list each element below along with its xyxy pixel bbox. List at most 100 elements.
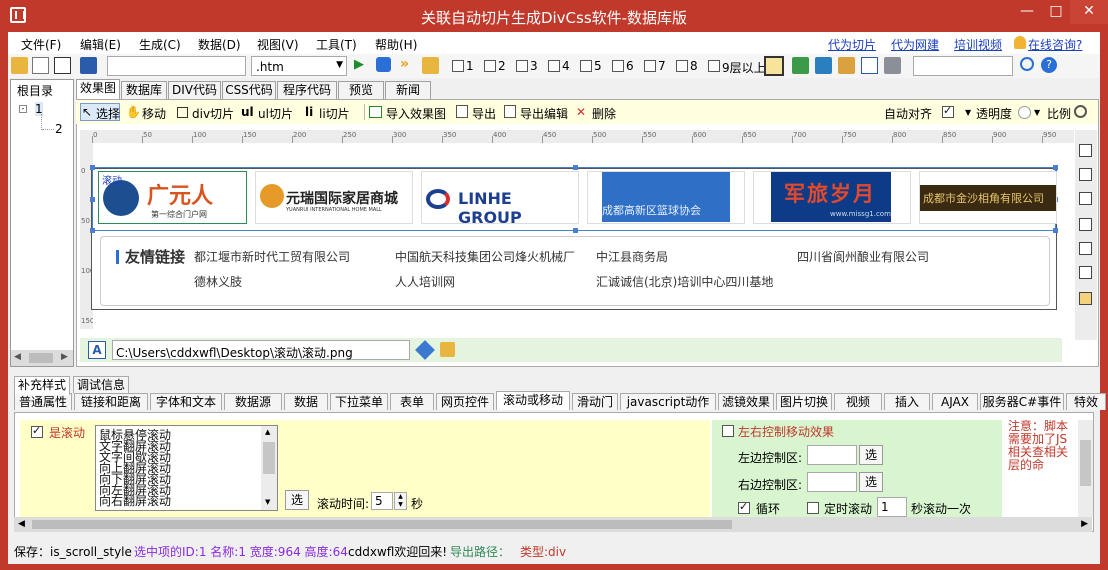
tab-debug-info[interactable]: 调试信息 [73, 376, 129, 393]
scroll-right-icon[interactable]: ▶ [61, 352, 68, 362]
prop-tab-16[interactable]: 服务器C#事件 [980, 393, 1064, 410]
align-left-icon[interactable] [1079, 144, 1092, 157]
scroll-left-icon[interactable]: ◀ [14, 352, 21, 362]
forward-icon[interactable]: » [400, 56, 409, 72]
link-slice-service[interactable]: 代为切片 [828, 36, 876, 53]
prop-tab-4[interactable]: 数据 [284, 393, 328, 410]
ul-slice-tool[interactable]: ul切片 [258, 105, 293, 122]
menu-view[interactable]: 视图(V) [257, 36, 299, 53]
left-select-button[interactable]: 选 [859, 445, 883, 465]
ratio-dropdown-icon[interactable]: ▼ [1034, 108, 1040, 117]
layout-toggle-icon[interactable] [764, 56, 784, 76]
layer-5-checkbox[interactable] [580, 60, 592, 72]
save-as-icon[interactable] [54, 57, 71, 74]
layer-9plus-checkbox[interactable] [708, 60, 720, 72]
scroll-time-stepper[interactable]: ▲ ▼ [394, 492, 407, 510]
folder-icon[interactable] [422, 57, 439, 74]
prop-tab-17[interactable]: 特效 [1066, 393, 1106, 410]
tab-design[interactable]: 效果图 [76, 79, 120, 99]
layer-4-checkbox[interactable] [548, 60, 560, 72]
play-icon[interactable]: ▶ [354, 57, 364, 72]
tab-extra-style[interactable]: 补充样式 [14, 376, 70, 395]
tab-div-code[interactable]: DIV代码 [168, 81, 221, 99]
friend-link[interactable]: 中国航天科技集团公司烽火机械厂 [395, 248, 575, 265]
friend-link[interactable]: 德林义肢 [194, 273, 242, 290]
friend-link[interactable]: 中江县商务局 [596, 248, 668, 265]
is-scroll-checkbox[interactable] [31, 424, 43, 438]
opacity-dropdown-icon[interactable]: ▼ [965, 108, 971, 117]
prop-tab-10[interactable]: javascript动作 [620, 393, 716, 410]
open-folder-icon[interactable] [11, 57, 28, 74]
resize-handle[interactable] [1053, 165, 1058, 170]
friend-link[interactable]: 汇诚诚信(北京)培训中心四川基地 [596, 273, 773, 290]
move-tool[interactable]: 移动 [142, 105, 166, 122]
align-middle-icon[interactable] [1079, 242, 1092, 255]
scroll-right-icon[interactable]: ▶ [1081, 519, 1088, 529]
scroll-thumb[interactable] [32, 520, 732, 529]
left-control-input[interactable] [807, 445, 857, 465]
timed-scroll-input[interactable]: 1 [877, 497, 907, 517]
export-button[interactable]: 导出 [472, 105, 496, 122]
image-path-input[interactable]: C:\Users\cddxwfl\Desktop\滚动\滚动.png [112, 340, 410, 360]
prop-tab-15[interactable]: AJAX [932, 393, 978, 410]
auto-align-checkbox[interactable] [942, 104, 954, 118]
maximize-button[interactable]: □ [1042, 0, 1070, 24]
layer-8-checkbox[interactable] [676, 60, 688, 72]
tab-database[interactable]: 数据库 [121, 81, 167, 99]
friend-link[interactable]: 都江堰市新时代工贸有限公司 [194, 248, 350, 265]
tree-item-2[interactable]: 2 [55, 122, 63, 136]
prop-tab-14[interactable]: 插入 [884, 393, 930, 410]
tab-css-code[interactable]: CSS代码 [222, 81, 276, 99]
close-button[interactable]: ✕ [1070, 0, 1108, 24]
scroll-type-listbox[interactable]: 鼠标悬停滚动 文字翻屏滚动 文字间歇滚动 向上翻屏滚动 向下翻屏滚动 向左翻屏滚… [95, 425, 278, 511]
scroll-time-input[interactable]: 5 [371, 492, 393, 510]
list-item[interactable]: 向右翻屏滚动 [99, 492, 171, 509]
align-top-icon[interactable] [1079, 218, 1092, 231]
scroll-select-button[interactable]: 选 [285, 490, 309, 510]
layer-3-checkbox[interactable] [516, 60, 528, 72]
prop-tab-13[interactable]: 视频 [834, 393, 882, 410]
distribute-icon[interactable] [1079, 292, 1092, 305]
lr-control-checkbox[interactable] [722, 425, 734, 437]
delete-button[interactable]: 删除 [592, 105, 616, 122]
align-center-icon[interactable] [1079, 168, 1092, 181]
prop-tab-0[interactable]: 普通属性 [14, 393, 72, 410]
menu-file[interactable]: 文件(F) [21, 36, 61, 53]
menu-generate[interactable]: 生成(C) [139, 36, 181, 53]
slice-icon[interactable] [838, 57, 855, 74]
prop-tab-1[interactable]: 链接和距离 [74, 393, 148, 410]
prop-tab-9[interactable]: 滑动门 [572, 393, 618, 410]
search-input[interactable] [913, 56, 1013, 76]
div-slice-tool[interactable]: div切片 [192, 105, 234, 122]
scroll-thumb[interactable] [263, 442, 275, 474]
prop-tab-8[interactable]: 滚动或移动 [496, 391, 570, 410]
align-bottom-icon[interactable] [1079, 266, 1092, 279]
filename-input[interactable] [107, 56, 246, 76]
image-icon[interactable] [815, 57, 832, 74]
scroll-left-icon[interactable]: ◀ [18, 519, 25, 529]
listbox-scrollbar[interactable]: ▲ ▼ [261, 426, 277, 510]
resize-handle[interactable] [90, 165, 95, 170]
link-online-consult[interactable]: 在线咨询? [1028, 36, 1082, 53]
align-right-icon[interactable] [1079, 192, 1092, 205]
link-web-build[interactable]: 代为网建 [891, 36, 939, 53]
tab-news[interactable]: 新闻 [385, 81, 431, 99]
prop-tab-6[interactable]: 表单 [390, 393, 434, 410]
import-design-button[interactable]: 导入效果图 [386, 105, 446, 122]
prop-tab-12[interactable]: 图片切换 [776, 393, 832, 410]
prop-tab-11[interactable]: 滤镜效果 [718, 393, 774, 410]
timed-scroll-checkbox[interactable] [807, 502, 819, 514]
menu-data[interactable]: 数据(D) [198, 36, 241, 53]
prop-tab-7[interactable]: 网页控件 [436, 393, 494, 410]
extension-select[interactable]: .htm ▼ [251, 56, 347, 76]
tree-collapse-icon[interactable]: - [19, 105, 27, 113]
loop-checkbox[interactable] [738, 500, 750, 514]
font-a-icon[interactable]: A [88, 341, 106, 359]
menu-tools[interactable]: 工具(T) [316, 36, 357, 53]
property-hscrollbar[interactable]: ◀ ▶ [14, 517, 1092, 532]
tab-preview[interactable]: 预览 [338, 81, 384, 99]
tab-program-code[interactable]: 程序代码 [277, 81, 337, 99]
scroll-up-icon[interactable]: ▲ [265, 428, 270, 436]
layer-7-checkbox[interactable] [644, 60, 656, 72]
friend-link[interactable]: 人人培训网 [395, 273, 455, 290]
